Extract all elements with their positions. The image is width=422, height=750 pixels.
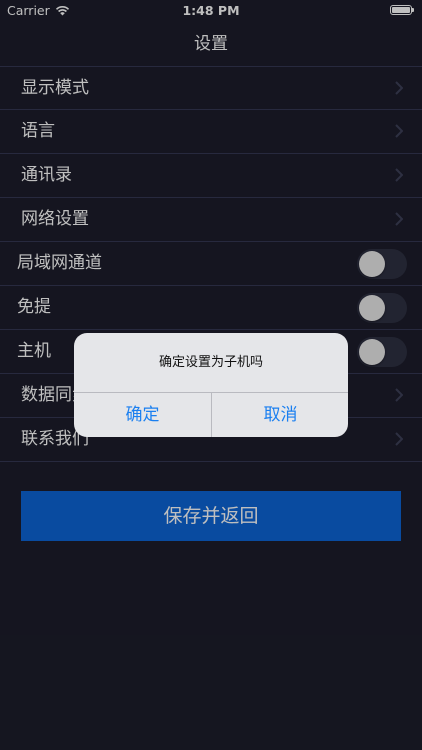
confirm-alert: 确定设置为子机吗 确定 取消 <box>74 333 348 437</box>
alert-message: 确定设置为子机吗 <box>158 355 263 370</box>
alert-cancel-button[interactable]: 取消 <box>212 393 348 437</box>
alert-confirm-button[interactable]: 确定 <box>74 393 211 437</box>
